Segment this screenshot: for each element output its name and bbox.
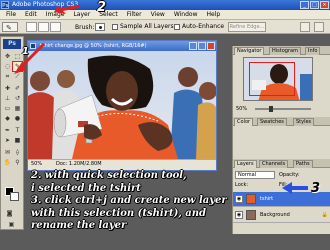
options-bar: ✎ Brush: Sample All Layers Auto-Enhance … (0, 20, 330, 34)
blur-tool-icon[interactable]: ◆ (3, 114, 12, 123)
title-bar: Ps Adobe Photoshop CS3 _ □ × (0, 0, 330, 10)
quick-selection-tool-icon[interactable]: ✎ (12, 61, 23, 72)
menu-view[interactable]: View (151, 11, 165, 18)
step-3-number: 3 (311, 181, 321, 196)
window-title: Adobe Photoshop CS3 (12, 1, 79, 8)
menu-layer[interactable]: Layer (73, 11, 90, 18)
document-title-bar: tshirt change.jpg @ 50% (tshirt, RGB/16#… (28, 41, 216, 51)
menu-filter[interactable]: Filter (127, 11, 142, 18)
eyedropper-tool-icon[interactable]: ⟠ (13, 148, 22, 157)
menu-file[interactable]: File (6, 11, 16, 18)
tab-channels[interactable]: Channels (259, 160, 289, 168)
crop-tool-icon[interactable]: ⌗ (3, 72, 12, 81)
marquee-tool-icon[interactable]: ⬚ (13, 52, 22, 61)
navigator-thumbnail[interactable] (243, 57, 313, 101)
lock-icon: 🔒 (321, 212, 328, 218)
workspace-button[interactable] (300, 22, 310, 32)
new-selection-mode-button[interactable] (26, 22, 37, 32)
close-button[interactable]: × (320, 1, 329, 9)
navigator-panel-tabs: Navigator Histogram Info (233, 46, 330, 55)
document-window: tshirt change.jpg @ 50% (tshirt, RGB/16#… (27, 40, 217, 171)
healing-brush-icon[interactable]: ✚ (3, 84, 12, 93)
zoom-level[interactable]: 50% (31, 161, 42, 167)
navigator-zoom-slider[interactable] (255, 108, 311, 110)
dodge-tool-icon[interactable]: ● (13, 114, 22, 123)
palette-well-button[interactable] (314, 22, 324, 32)
document-title: tshirt change.jpg @ 50% (tshirt, RGB/16#… (40, 43, 147, 49)
caption-line: 2. with quick selection tool, (31, 170, 187, 181)
document-minimize-button[interactable] (189, 42, 197, 50)
layers-panel-tabs: Layers Channels Paths (233, 159, 330, 168)
tab-navigator[interactable]: Navigator (234, 47, 265, 55)
clone-stamp-icon[interactable]: ⊥ (3, 94, 12, 103)
document-icon (30, 43, 36, 49)
history-brush-icon[interactable]: ↺ (13, 94, 22, 103)
tab-paths[interactable]: Paths (293, 160, 313, 168)
menu-help[interactable]: Help (207, 11, 221, 18)
menu-window[interactable]: Window (174, 11, 198, 18)
tab-color[interactable]: Color (234, 118, 254, 126)
brush-label: Brush: (75, 24, 95, 31)
refine-edge-button[interactable]: Refine Edge... (228, 22, 266, 32)
color-panel-tabs: Color Swatches Styles (233, 117, 330, 126)
auto-enhance-checkbox[interactable] (174, 24, 180, 30)
brush-tool-icon[interactable]: ✐ (13, 84, 22, 93)
tutorial-caption: 2. with quick selection tool, i selected… (31, 170, 286, 233)
screen-mode-icon[interactable]: ▣ (7, 220, 16, 229)
auto-enhance-label: Auto-Enhance (182, 23, 225, 30)
caption-line: with this selection (tshirt), and (31, 207, 207, 219)
zoom-tool-icon[interactable]: ⚲ (13, 158, 22, 167)
menu-edit[interactable]: Edit (25, 11, 37, 18)
toolbox-ps-badge: Ps (3, 39, 21, 49)
tab-info[interactable]: Info (305, 47, 321, 55)
image-canvas[interactable] (28, 51, 216, 159)
minimize-button[interactable]: _ (300, 1, 309, 9)
tab-layers[interactable]: Layers (234, 160, 257, 168)
navigator-view-box[interactable] (249, 62, 295, 96)
type-tool-icon[interactable]: T (13, 126, 22, 135)
canvas-photo (28, 51, 216, 159)
eraser-tool-icon[interactable]: ▭ (3, 104, 12, 113)
step-1-number: 1 (22, 46, 29, 57)
quick-selection-icon: ✎ (6, 24, 12, 32)
notes-tool-icon[interactable]: ✉ (3, 148, 12, 157)
slice-tool-icon[interactable]: ⟋ (13, 72, 22, 81)
shape-tool-icon[interactable]: ■ (13, 136, 22, 145)
lasso-tool-icon[interactable]: ◌ (3, 62, 12, 71)
toolbox: Ps ✥ ⬚ ◌ ✎ ⌗ ⟋ ✚ ✐ ⊥ ↺ ▭ ▦ ◆ ● ✒ T ➤ ■ ✉… (0, 36, 24, 230)
caption-line: i selected the tshirt (31, 182, 141, 194)
document-maximize-button[interactable] (198, 42, 206, 50)
maximize-button[interactable]: □ (310, 1, 319, 9)
document-status-bar: 50% Doc: 1.20M/2.80M (28, 159, 216, 170)
quick-mask-icon[interactable]: ◙ (5, 209, 14, 218)
menu-bar: File Edit Image Layer Select Filter View… (0, 10, 330, 20)
sample-all-layers-label: Sample All Layers (120, 23, 174, 30)
tab-swatches[interactable]: Swatches (257, 118, 287, 126)
tab-histogram[interactable]: Histogram (269, 47, 301, 55)
add-to-selection-mode-button[interactable] (38, 22, 49, 32)
path-selection-icon[interactable]: ➤ (3, 136, 12, 145)
caption-line: rename the layer (31, 220, 127, 232)
document-info: Doc: 1.20M/2.80M (56, 161, 102, 167)
photoshop-app-icon: Ps (1, 1, 9, 9)
navigator-zoom-value[interactable]: 50% (236, 106, 247, 112)
tool-preset-picker[interactable]: ✎ (2, 22, 18, 32)
navigator-zoom-knob[interactable] (269, 106, 273, 112)
document-close-button[interactable] (207, 42, 215, 50)
brush-picker[interactable] (95, 23, 105, 31)
move-tool-icon[interactable]: ✥ (3, 52, 12, 61)
menu-image[interactable]: Image (46, 11, 65, 18)
step-2-number: 2 (97, 0, 107, 15)
pen-tool-icon[interactable]: ✒ (3, 126, 12, 135)
sample-all-layers-checkbox[interactable] (112, 24, 118, 30)
caption-line: 3. click ctrl+j and create new layer (31, 195, 227, 207)
gradient-tool-icon[interactable]: ▦ (13, 104, 22, 113)
background-color-swatch[interactable] (10, 192, 19, 201)
subtract-selection-mode-button[interactable] (50, 22, 61, 32)
tab-styles[interactable]: Styles (293, 118, 315, 126)
hand-tool-icon[interactable]: ✋ (3, 158, 12, 167)
